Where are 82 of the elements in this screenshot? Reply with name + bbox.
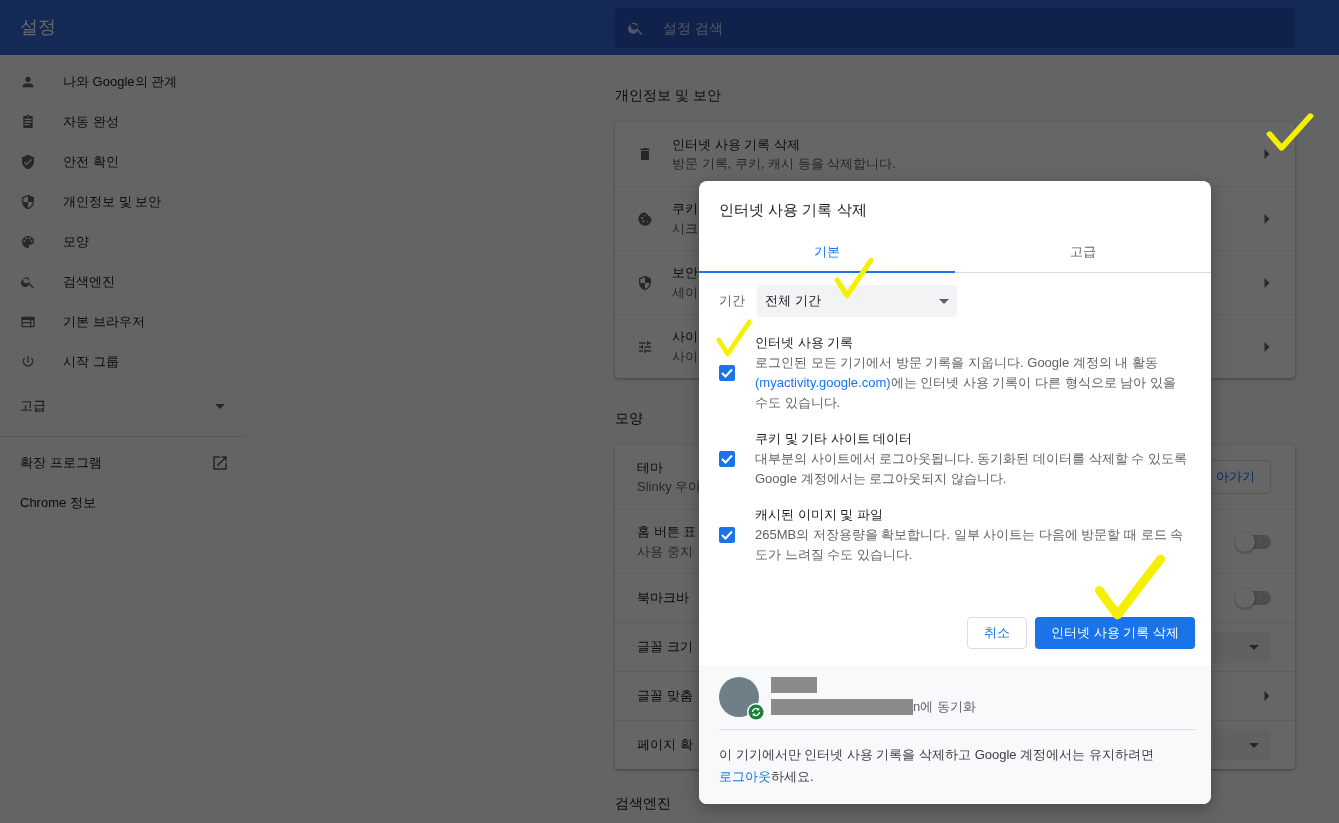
chevron-right-icon [1263, 691, 1271, 701]
row-title: 인터넷 사용 기록 삭제 [672, 135, 800, 154]
check-annotation-icon [1094, 552, 1166, 622]
row-title: 페이지 확 [637, 736, 693, 755]
section-title: 모양 [615, 409, 643, 428]
trash-icon [637, 146, 653, 162]
row-subtitle: 사용 중지 [637, 542, 693, 561]
option-description: 로그인된 모든 기기에서 방문 기록을 지웁니다. Google 계정의 내 활동 (myactivity.google.com)에는 인터넷 사용 기록이 다른 형식으로 남아 있을 수도 있습니다. [755, 354, 1177, 412]
shield-icon [637, 274, 653, 291]
browser-window-icon [20, 314, 36, 330]
dialog-title: 인터넷 사용 기록 삭제 [718, 200, 868, 220]
toggle-switch[interactable] [1237, 534, 1271, 549]
row-title: 글꼴 맞춤 [637, 687, 693, 706]
option-description: 대부분의 사이트에서 로그아웃됩니다. 동기화된 데이터를 삭제할 수 있도록 Google 계정에서는 로그아웃되지 않습니다. [755, 450, 1188, 488]
sidebar-item[interactable]: 시작 그룹 [63, 352, 119, 372]
row-title: 글꼴 크기 [637, 638, 693, 657]
check-annotation-icon [716, 318, 752, 358]
checkbox[interactable] [719, 365, 735, 381]
sidebar-item[interactable]: 기본 브라우저 [63, 312, 145, 332]
row-title: 북마크바 [637, 589, 689, 608]
link[interactable]: (myactivity.google.com) [755, 375, 891, 390]
field-label: 기간 [719, 292, 745, 311]
toggle-switch[interactable] [1237, 591, 1271, 605]
row-subtitle: 시크 [672, 219, 698, 238]
checkbox[interactable] [719, 451, 735, 467]
sidebar-section-toggle[interactable]: 고급 [20, 396, 46, 416]
option-description: 265MB의 저장용량을 확보합니다. 일부 사이트는 다음에 방문할 때 로드 속도가 느려질 수도 있습니다. [755, 526, 1185, 564]
redaction-bar [771, 677, 817, 694]
tab[interactable]: 기본 [699, 231, 955, 273]
external-link-icon [211, 454, 229, 472]
time-range-dropdown[interactable]: 전체 기간 [757, 285, 957, 317]
shield-icon [20, 194, 36, 210]
check-annotation-icon [1266, 112, 1314, 152]
row-subtitle: Slinky 우아 [637, 478, 702, 496]
sidebar-item[interactable]: 개인정보 및 보안 [63, 192, 162, 212]
person-icon [20, 74, 36, 90]
caret-icon [1249, 742, 1259, 748]
row-subtitle: 세이 [672, 283, 698, 302]
delete-button[interactable]: 인터넷 사용 기록 삭제 [1035, 617, 1195, 649]
row-title: 보안 [672, 264, 698, 282]
row-title: 사이 [672, 328, 698, 346]
dropdown[interactable] [1213, 729, 1271, 761]
option-title: 쿠키 및 기타 사이트 데이터 [755, 430, 914, 448]
avatar [719, 677, 759, 717]
row-subtitle: 사이 [672, 347, 698, 366]
chevron-right-icon [1263, 277, 1271, 288]
cookie-icon [637, 210, 653, 227]
row-title: 쿠키 [672, 200, 698, 218]
section-title: 개인정보 및 보안 [615, 86, 721, 105]
cancel-button[interactable]: 취소 [967, 617, 1027, 649]
chevron-right-icon [1263, 213, 1271, 224]
sign-out-link[interactable]: 로그아웃 [719, 769, 771, 784]
option-title: 캐시된 이미지 및 파일 [755, 506, 884, 524]
sidebar-link[interactable]: 확장 프로그램 [20, 453, 102, 473]
caret-icon [939, 298, 949, 304]
checkbox[interactable] [719, 527, 735, 543]
option-title: 인터넷 사용 기록 [755, 334, 855, 352]
row-title: 홈 버튼 표 [637, 523, 697, 541]
dropdown[interactable] [1213, 631, 1271, 663]
sidebar-item[interactable]: 자동 완성 [63, 112, 119, 132]
sync-icon [747, 703, 765, 721]
check-annotation-icon [834, 256, 874, 300]
sidebar-link[interactable]: Chrome 정보 [20, 493, 96, 513]
chevron-right-icon [1263, 149, 1271, 159]
sliders-icon [637, 338, 653, 355]
tab[interactable]: 고급 [955, 231, 1211, 273]
clipboard-icon [20, 114, 36, 130]
row-subtitle: 방문 기록, 쿠키, 캐시 등을 삭제합니다. [672, 155, 896, 173]
page-title: 설정 [19, 16, 57, 39]
caret-icon [1249, 644, 1259, 650]
sidebar-item[interactable]: 모양 [63, 232, 89, 252]
palette-icon [20, 234, 36, 250]
row-title: 테마 [637, 458, 663, 477]
sidebar-item[interactable]: 안전 확인 [63, 152, 119, 172]
section-title: 검색엔진 [615, 794, 671, 813]
sidebar-item[interactable]: 검색엔진 [63, 272, 115, 292]
search-icon [20, 274, 36, 290]
sync-status: n에 동기화 [913, 698, 976, 717]
notice-text: 이 기기에서만 인터넷 사용 기록을 삭제하고 Google 계정에서는 유지하려면 로그아웃하세요. [719, 746, 1155, 786]
chevron-right-icon [1263, 341, 1271, 352]
sidebar-item[interactable]: 나와 Google의 관계 [63, 72, 178, 92]
shield-check-icon [20, 154, 36, 170]
